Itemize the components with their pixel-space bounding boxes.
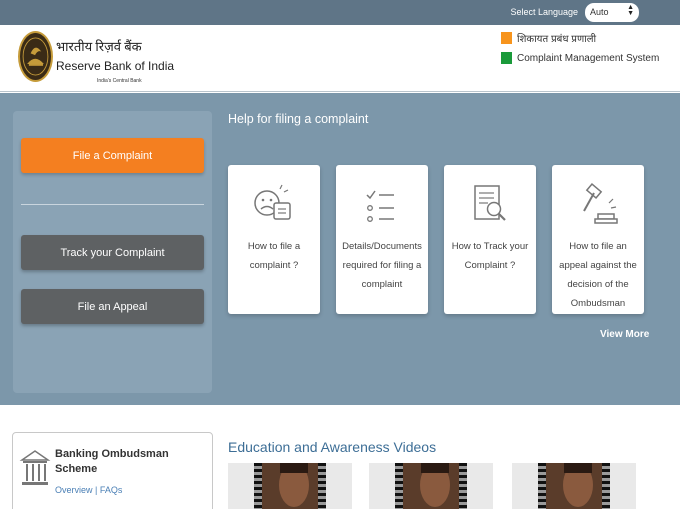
help-card-label: Details/Documents required for filing a … — [342, 241, 422, 290]
cms-title-hindi: शिकायत प्रबंध प्रणाली — [517, 34, 597, 45]
rbi-tagline: India's Central Bank — [97, 78, 142, 84]
help-card-label: How to file a complaint ? — [247, 241, 301, 271]
video-frame — [538, 463, 610, 509]
cms-title-hindi-row: शिकायत प्रबंध प्रणाली — [501, 31, 596, 45]
video-frame — [395, 463, 467, 509]
panel-divider — [21, 204, 204, 205]
file-appeal-button[interactable]: File an Appeal — [21, 289, 204, 324]
link-separator: | — [95, 485, 98, 495]
overview-link[interactable]: Overview — [55, 485, 93, 495]
video-thumbnail[interactable] — [228, 463, 352, 509]
view-more-link[interactable]: View More — [600, 329, 649, 340]
video-frame — [254, 463, 326, 509]
header: भारतीय रिज़र्व बैंक Reserve Bank of Indi… — [0, 25, 680, 92]
complaint-chat-icon — [254, 184, 291, 220]
document-search-icon — [474, 185, 506, 221]
cms-title-english: Complaint Management System — [517, 52, 660, 64]
hero-section: File a Complaint Track your Complaint Fi… — [0, 93, 680, 405]
help-card-label: How to Track your Complaint ? — [451, 241, 529, 271]
top-bar: Select Language Auto ▲ ▼ — [0, 0, 680, 25]
help-card-file-complaint[interactable]: How to file a complaint ? — [228, 165, 320, 314]
video-preview-image — [563, 463, 593, 507]
education-videos-title: Education and Awareness Videos — [228, 439, 437, 455]
action-panel: File a Complaint Track your Complaint Fi… — [13, 111, 212, 393]
select-arrows-icon: ▲ ▼ — [627, 4, 634, 17]
bank-building-icon — [19, 450, 51, 485]
help-section-title: Help for filing a complaint — [228, 112, 369, 126]
video-thumbnail[interactable] — [512, 463, 636, 509]
orange-square-icon — [501, 32, 512, 44]
ombudsman-scheme-card: Banking Ombudsman Scheme Overview | FAQs — [12, 432, 213, 509]
rbi-name-hindi: भारतीय रिज़र्व बैंक — [56, 39, 142, 54]
rbi-seal-icon — [22, 37, 49, 76]
language-label: Select Language — [510, 7, 578, 17]
language-value: Auto — [590, 7, 609, 17]
checklist-icon — [366, 190, 394, 222]
help-card-appeal[interactable]: How to file an appeal against the decisi… — [552, 165, 644, 314]
faqs-link[interactable]: FAQs — [100, 485, 123, 495]
help-card-track[interactable]: How to Track your Complaint ? — [444, 165, 536, 314]
video-thumbnail[interactable] — [369, 463, 493, 509]
video-preview-image — [420, 463, 450, 507]
ombudsman-links: Overview | FAQs — [55, 485, 122, 495]
rbi-name-english: Reserve Bank of India — [56, 59, 175, 73]
help-card-documents[interactable]: Details/Documents required for filing a … — [336, 165, 428, 314]
gavel-icon — [583, 183, 618, 224]
cms-title-english-row: Complaint Management System — [501, 52, 659, 64]
rbi-logo[interactable] — [18, 31, 53, 82]
video-preview-image — [279, 463, 309, 507]
language-select[interactable]: Auto ▲ ▼ — [585, 3, 639, 22]
track-complaint-button[interactable]: Track your Complaint — [21, 235, 204, 270]
file-complaint-button[interactable]: File a Complaint — [21, 138, 204, 173]
ombudsman-scheme-title: Banking Ombudsman Scheme — [55, 448, 169, 475]
green-square-icon — [501, 52, 512, 64]
help-card-label: How to file an appeal against the decisi… — [559, 241, 637, 309]
